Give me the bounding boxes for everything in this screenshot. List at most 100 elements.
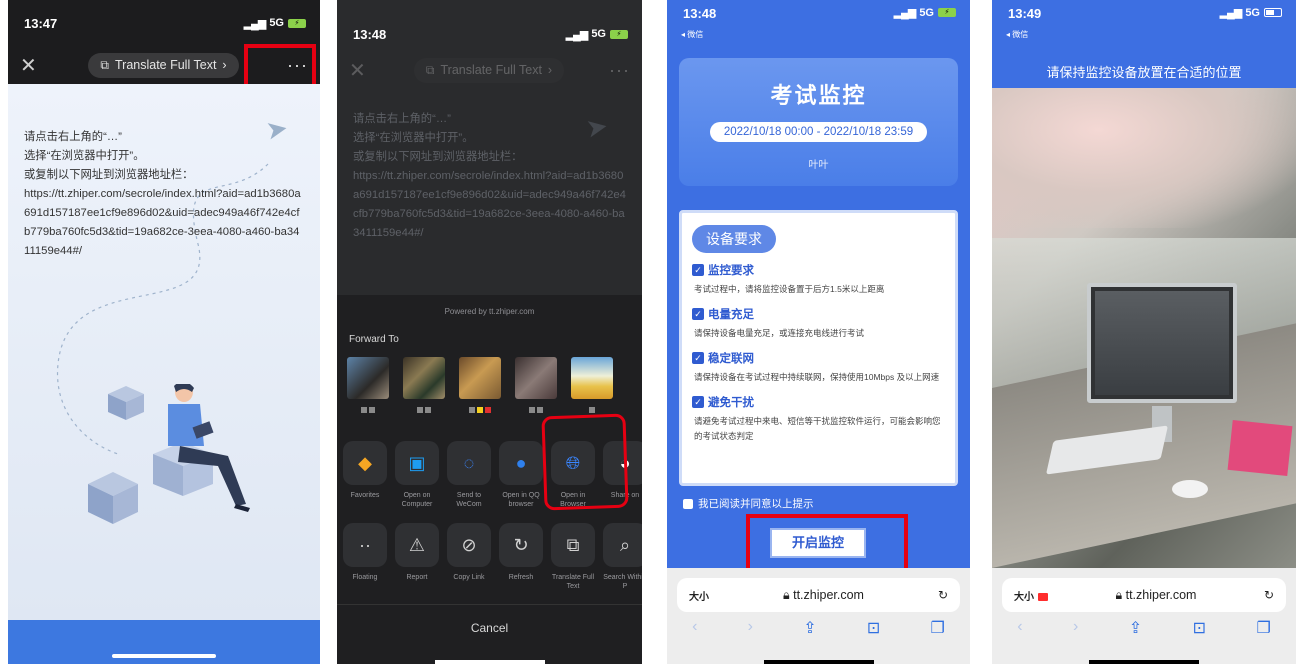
phone-exam-monitor: 13:48 ▂▄▆ 5G ⚡ ◂ 微信 考试监控 2022/10/18 00:0…: [667, 0, 970, 664]
reload-icon[interactable]: ↻: [938, 588, 948, 602]
translate-full-text-button[interactable]: ⧉ Translate Full Text ›: [88, 52, 239, 78]
bottom-bar: [8, 620, 320, 664]
home-indicator: [434, 660, 545, 664]
share-translate[interactable]: ⧉ Translate Full Text: [551, 523, 595, 591]
cancel-button[interactable]: Cancel: [337, 604, 642, 664]
forward-icon[interactable]: ›: [748, 618, 753, 638]
person-illustration: [88, 384, 250, 524]
agree-checkbox[interactable]: 我已阅读并同意以上提示: [683, 496, 814, 511]
translate-label: Translate Full Text: [114, 58, 217, 72]
camera-preview: [992, 88, 1296, 568]
translate-label: Translate Full Text: [440, 63, 542, 77]
translate-icon: ⧉: [100, 57, 109, 72]
share-icon[interactable]: ⇪: [1129, 618, 1142, 638]
requirements-card: 设备要求 ✓ 监控要求 考试过程中，请将监控设备置于后方1.5米以上距离 ✓ 电量充…: [679, 210, 958, 486]
chevron-right-icon: ›: [547, 63, 553, 77]
phone-share-sheet: 13:48 ▂▄▆ 5G ⚡ ✕ ⧉ Translate Full Text ›…: [337, 0, 642, 664]
address-bar[interactable]: 大小 🔒︎ tt.zhiper.com ↻: [677, 578, 960, 612]
share-sheet: Powered by tt.zhiper.com Forward To ◆ Fa…: [337, 295, 642, 664]
browser-toolbar: ‹ › ⇪ ⊡ ❐: [992, 618, 1296, 638]
share-send-to-wecom[interactable]: ◌ Send to WeCom: [447, 441, 491, 509]
requirement-item: ✓ 监控要求 考试过程中，请将监控设备置于后方1.5米以上距离: [692, 264, 885, 294]
text-size-button[interactable]: 大小: [689, 588, 709, 603]
share-floating[interactable]: ·· Floating: [343, 523, 387, 591]
instruction-text: 请点击右上角的“…” 选择“在浏览器中打开”。 或复制以下网址到浏览器地址栏： …: [24, 131, 301, 257]
contact-item[interactable]: [515, 357, 557, 417]
home-indicator: [112, 654, 216, 658]
back-to-wechat-link[interactable]: ◂ 微信: [681, 29, 703, 40]
share-favorites[interactable]: ◆ Favorites: [343, 441, 387, 509]
address-bar[interactable]: 大小 🔒︎ tt.zhiper.com ↻: [1002, 578, 1286, 612]
back-icon[interactable]: ‹: [692, 618, 697, 638]
qq-browser-icon: ●: [499, 441, 543, 485]
check-icon: ✓: [692, 308, 704, 320]
network-label: 5G: [269, 17, 284, 29]
avatar: [571, 357, 613, 399]
reload-icon[interactable]: ↻: [1264, 588, 1274, 602]
network-label: 5G: [591, 28, 606, 40]
instruction-content: ➤ 请点击右上角的“…” 选择“在浏览器中打开”。 或复制以下网址到浏览器地址栏…: [8, 84, 320, 620]
agree-label: 我已阅读并同意以上提示: [698, 498, 814, 510]
battery-charging-icon: ⚡: [938, 8, 956, 17]
signal-icon: ▂▄▆: [1219, 7, 1243, 19]
signal-icon: ▂▄▆: [565, 28, 589, 41]
home-indicator: [763, 660, 874, 664]
check-icon: ✓: [692, 396, 704, 408]
floating-icon: ··: [343, 523, 387, 567]
camera-hint: 请保持监控设备放置在合适的位置: [1046, 65, 1242, 80]
share-open-in-qq-browser[interactable]: ● Open in QQ browser: [499, 441, 543, 509]
cube-icon: ◆: [343, 441, 387, 485]
forward-icon[interactable]: ›: [1073, 618, 1078, 638]
chevron-right-icon: ›: [222, 58, 227, 72]
share-report[interactable]: ⚠ Report: [395, 523, 439, 591]
candidate-name: 叶叶: [808, 160, 829, 171]
status-bar: 13:48 ▂▄▆ 5G ⚡: [667, 0, 970, 40]
share-search-within-page[interactable]: ⌕ Search Within P: [603, 523, 642, 591]
status-time: 13:49: [1008, 6, 1042, 21]
translate-full-text-button: ⧉ Translate Full Text ›: [413, 57, 565, 83]
contact-item[interactable]: [459, 357, 501, 417]
avatar: [515, 357, 557, 399]
back-icon[interactable]: ‹: [1017, 618, 1022, 638]
contact-item[interactable]: [571, 357, 613, 417]
home-indicator: [1089, 660, 1199, 664]
powered-by-text: Powered by tt.zhiper.com: [444, 307, 535, 316]
url-text: tt.zhiper.com: [1125, 587, 1197, 602]
avatar: [403, 357, 445, 399]
translate-icon: ⧉: [551, 523, 595, 567]
safari-bottom-bar: 大小 🔒︎ tt.zhiper.com ↻ ‹ › ⇪ ⊡ ❐: [992, 568, 1296, 664]
bookmarks-icon[interactable]: ⊡: [867, 618, 880, 638]
close-icon: ✕: [349, 59, 366, 82]
close-icon[interactable]: ✕: [20, 53, 40, 78]
highlight-box-open-in-browser: [541, 413, 629, 511]
contact-item[interactable]: [403, 357, 445, 417]
bookmarks-icon[interactable]: ⊡: [1193, 618, 1206, 638]
signal-icon: ▂▄▆: [893, 7, 917, 19]
status-bar: 13:49 ▂▄▆ 5G: [992, 0, 1296, 40]
network-label: 5G: [919, 6, 934, 19]
requirement-item: ✓ 电量充足 请保持设备电量充足，或连接充电线进行考试: [692, 308, 865, 338]
monitor-in-view: [1087, 283, 1237, 403]
lock-icon: 🔒︎: [1115, 587, 1126, 602]
share-open-on-computer[interactable]: ▣ Open on Computer: [395, 441, 439, 509]
status-time: 13:47: [24, 15, 58, 31]
status-bar: 13:47 ▂▄▆ 5G ⚡: [8, 0, 320, 46]
browser-toolbar: ‹ › ⇪ ⊡ ❐: [667, 618, 970, 638]
share-row-2: ·· Floating ⚠ Report ⊘ Copy Link ↻ Refre…: [343, 523, 642, 591]
share-icon[interactable]: ⇪: [803, 618, 816, 638]
battery-charging-icon: ⚡: [288, 18, 306, 28]
contact-item[interactable]: [347, 357, 389, 417]
text-size-button[interactable]: 大小: [1014, 592, 1034, 603]
nav-row-dimmed: ✕ ⧉ Translate Full Text › ···: [337, 56, 642, 84]
share-copy-link[interactable]: ⊘ Copy Link: [447, 523, 491, 591]
requirement-item: ✓ 稳定联网 请保持设备在考试过程中持续联网，保持使用10Mbps 及以上网速: [692, 352, 940, 382]
tabs-icon[interactable]: ❐: [1256, 618, 1270, 638]
avatar: [347, 357, 389, 399]
requirements-badge: 设备要求: [692, 225, 776, 253]
safari-bottom-bar: 大小 🔒︎ tt.zhiper.com ↻ ‹ › ⇪ ⊡ ❐: [667, 568, 970, 664]
exam-header-card: 考试监控 2022/10/18 00:00 - 2022/10/18 23:59…: [679, 58, 958, 186]
back-to-wechat-link[interactable]: ◂ 微信: [1006, 29, 1028, 40]
checkbox-icon: [683, 498, 693, 509]
share-refresh[interactable]: ↻ Refresh: [499, 523, 543, 591]
tabs-icon[interactable]: ❐: [931, 618, 945, 638]
